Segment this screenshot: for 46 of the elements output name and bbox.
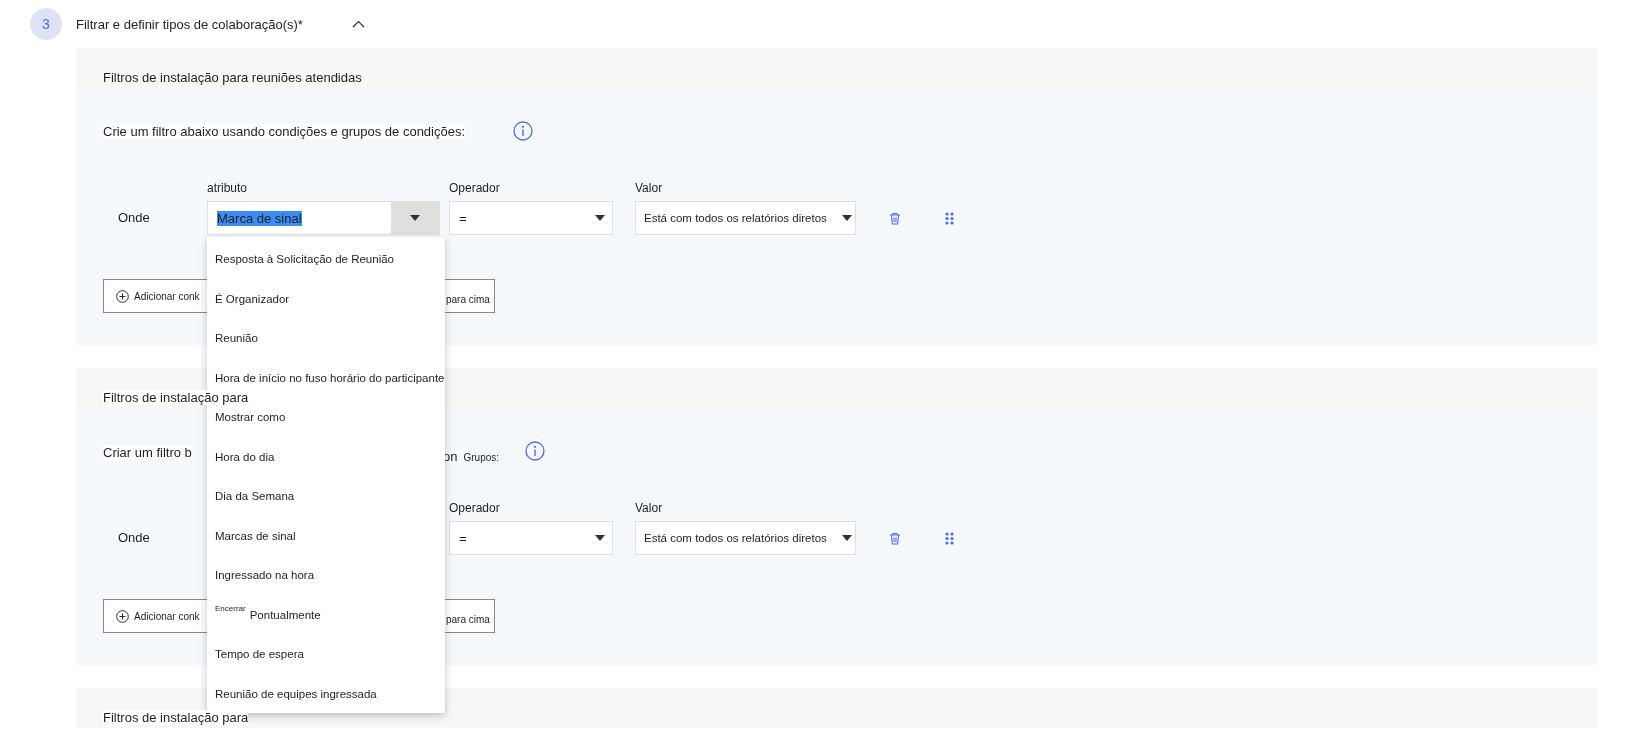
field-label: Operador — [449, 181, 501, 195]
field-label: Valor — [635, 181, 664, 195]
chevron-up-icon[interactable] — [352, 20, 365, 28]
step-number: 3 — [30, 8, 62, 40]
menu-item[interactable]: Dia da Semana — [207, 485, 445, 507]
instruction-text: Criar um filtro b — [103, 445, 192, 460]
menu-item[interactable]: Encerrar Pontualmente — [207, 603, 445, 626]
field-label: atributo — [207, 181, 249, 195]
menu-item[interactable]: Ingressado na hora — [207, 564, 445, 586]
section-title: Filtros de instalação para reuniões atendidas — [103, 70, 362, 85]
plus-circle-icon — [116, 289, 129, 303]
delete-icon[interactable] — [889, 211, 901, 225]
caret-icon — [842, 215, 852, 221]
dropdown-field[interactable]: Está com todos os relatórios diretos — [635, 521, 856, 555]
caret-icon — [410, 215, 420, 221]
menu-item[interactable]: Marcas de sinal — [207, 524, 445, 547]
menu-item[interactable]: Reunião de equipes ingressada — [207, 682, 445, 705]
dropdown-field[interactable]: Marca de sinal — [207, 201, 440, 235]
menu-item[interactable]: É Organizador — [207, 287, 445, 310]
instruction-text: Grupos: — [463, 452, 500, 463]
info-icon — [513, 121, 534, 141]
drag-handle-icon[interactable] — [945, 531, 954, 545]
section-title: Filtros de instalação para — [103, 390, 249, 405]
menu-item[interactable]: Mostrar como — [207, 406, 445, 428]
where-label: Onde — [117, 529, 151, 547]
dropdown-field[interactable]: = — [449, 521, 613, 555]
menu-item[interactable]: Tempo de espera — [207, 643, 445, 665]
field-label: Operador — [449, 501, 501, 515]
step-title: Filtrar e definir tipos de colaboração(s)* — [76, 16, 304, 32]
menu-item[interactable]: Hora de início no fuso horário do participante — [207, 366, 445, 389]
info-icon — [525, 441, 546, 461]
where-label: Onde — [117, 209, 151, 227]
instruction-text: Crie um filtro abaixo usando condições e grupos de condições: — [103, 123, 466, 139]
delete-icon[interactable] — [889, 531, 901, 545]
section-title: Filtros de instalação para — [103, 710, 249, 725]
field-label: Valor — [635, 501, 664, 515]
menu-item[interactable]: Reunião — [207, 327, 445, 349]
menu-item[interactable]: Resposta à Solicitação de Reunião — [207, 248, 445, 270]
plus-circle-icon — [116, 609, 129, 623]
menu-item[interactable]: Hora do dia — [207, 445, 445, 468]
caret-icon — [842, 535, 852, 541]
dropdown-field[interactable]: Está com todos os relatórios diretos — [635, 201, 856, 235]
caret-icon — [595, 535, 605, 541]
caret-icon — [595, 215, 605, 221]
dropdown-field[interactable]: = — [449, 201, 613, 235]
drag-handle-icon[interactable] — [945, 211, 954, 225]
